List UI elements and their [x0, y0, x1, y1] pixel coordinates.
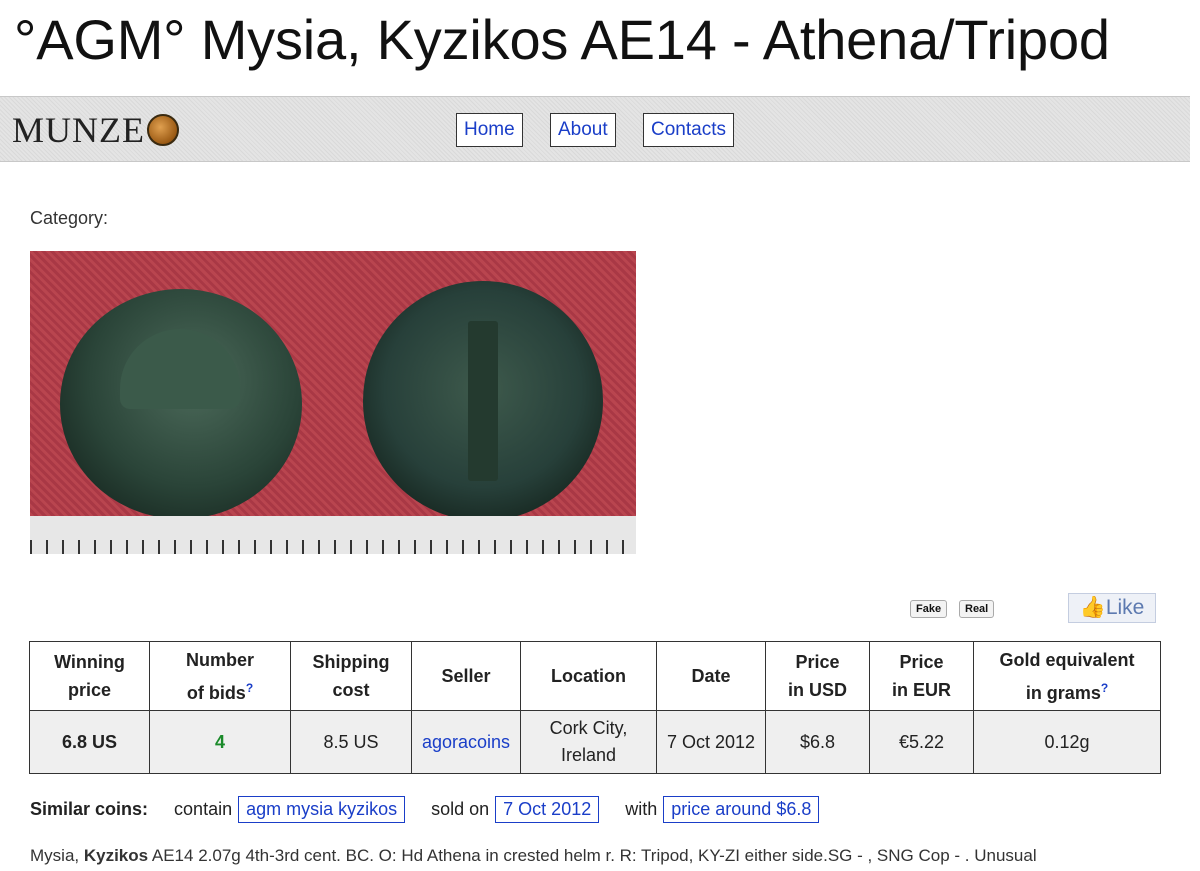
- price-around-link[interactable]: price around $6.8: [663, 796, 820, 823]
- help-icon[interactable]: ?: [1101, 681, 1108, 695]
- cell-price-usd: $6.8: [765, 710, 870, 774]
- seller-link[interactable]: agoracoins: [411, 710, 521, 774]
- ruler: [30, 516, 636, 554]
- coin-photo: [30, 251, 636, 554]
- coin-obverse: [60, 289, 302, 519]
- like-label: Like: [1105, 596, 1145, 619]
- cell-price-eur: €5.22: [869, 710, 974, 774]
- nav-home-link[interactable]: Home: [456, 113, 523, 147]
- page-title: °AGM° Mysia, Kyzikos AE14 - Athena/Tripo…: [14, 8, 1110, 71]
- cell-winning-price: 6.8 US: [29, 710, 150, 774]
- cell-bids: 4: [149, 710, 291, 774]
- athena-helmet: [120, 329, 240, 409]
- logo-text: MUNZE: [12, 110, 145, 150]
- similar-label: Similar coins:: [30, 799, 149, 819]
- coin-description: Mysia, Kyzikos AE14 2.07g 4th-3rd cent. …: [30, 846, 1037, 865]
- nav-contacts-link[interactable]: Contacts: [643, 113, 734, 147]
- logo[interactable]: MUNZE: [12, 109, 179, 151]
- real-button[interactable]: Real: [959, 600, 995, 618]
- header-location: Location: [520, 641, 657, 711]
- like-button[interactable]: 👍Like: [1068, 593, 1156, 623]
- sold-text: sold on: [431, 799, 490, 819]
- header-gold: Gold equivalent in grams?: [973, 641, 1161, 711]
- header-price-usd: Price in USD: [765, 641, 870, 711]
- table-header-row: Winning price Number of bids? Shipping cost…: [29, 641, 1161, 711]
- header-winning-price: Winning price: [29, 641, 150, 711]
- table-row: 6.8 US 4 8.5 US agoracoins Cork City, Ire…: [29, 710, 1161, 774]
- with-text: with: [625, 799, 658, 819]
- tripod: [468, 321, 498, 481]
- contain-text: contain: [174, 799, 233, 819]
- header-bids: Number of bids?: [149, 641, 291, 711]
- similar-coins: Similar coins: contain agm mysia kyzikos…: [30, 796, 820, 823]
- header-shipping: Shipping cost: [290, 641, 412, 711]
- cell-shipping: 8.5 US: [290, 710, 412, 774]
- cell-date: 7 Oct 2012: [656, 710, 766, 774]
- cell-gold: 0.12g: [973, 710, 1161, 774]
- auction-info-table: Winning price Number of bids? Shipping cost…: [29, 641, 1161, 774]
- navbar: MUNZE Home About Contacts: [0, 96, 1190, 162]
- nav-about-link[interactable]: About: [550, 113, 616, 147]
- coin-reverse: [363, 281, 603, 521]
- fake-button[interactable]: Fake: [910, 600, 948, 618]
- header-seller: Seller: [411, 641, 521, 711]
- thumbs-up-icon: 👍: [1079, 596, 1106, 619]
- header-price-eur: Price in EUR: [869, 641, 974, 711]
- contain-link[interactable]: agm mysia kyzikos: [238, 796, 406, 823]
- category-label: Category:: [30, 208, 109, 228]
- cell-location: Cork City, Ireland: [520, 710, 657, 774]
- sold-on-link[interactable]: 7 Oct 2012: [495, 796, 600, 823]
- header-date: Date: [656, 641, 766, 711]
- help-icon[interactable]: ?: [246, 681, 253, 695]
- coin-icon: [147, 114, 179, 146]
